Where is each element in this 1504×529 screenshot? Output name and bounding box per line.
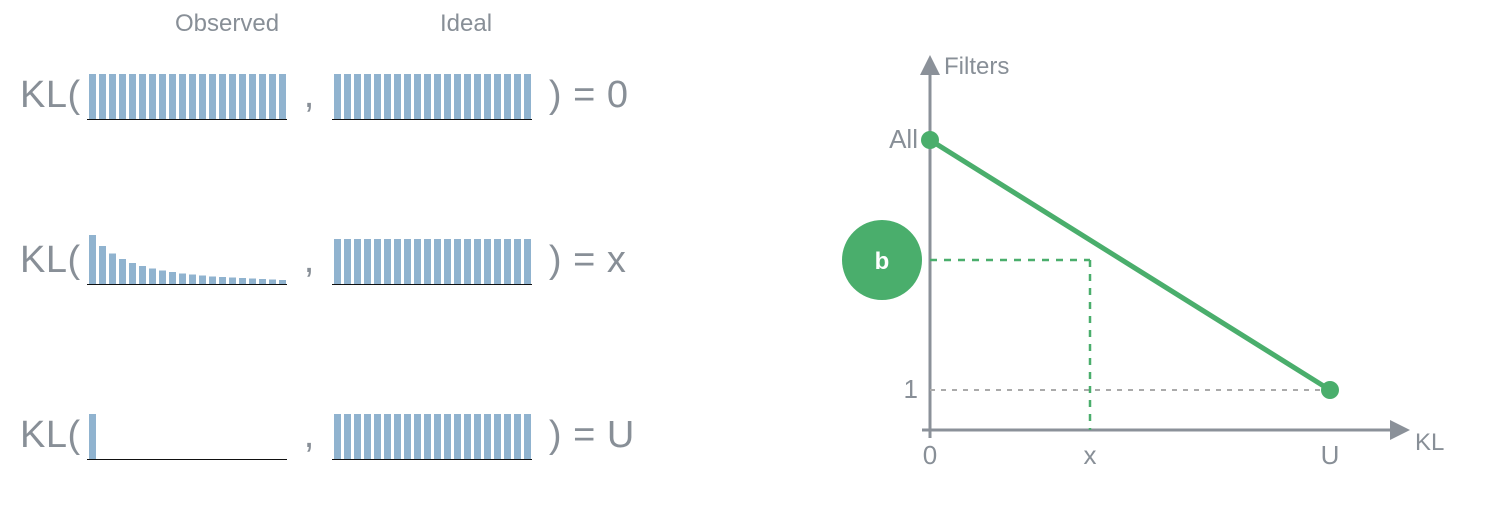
ideal-hist-uniform [332,70,532,120]
bar-chart-icon [332,70,532,120]
ideal-hist-uniform [332,410,532,460]
bar-chart-icon [87,235,287,285]
x-axis-title: KL [1415,429,1444,456]
observed-hist-decaying [87,235,287,285]
y-tick-all: All [889,124,918,154]
kl-prefix: KL( [20,414,81,457]
close-paren-eq: ) = [538,74,607,117]
badge-b-label: b [875,248,890,275]
bar-chart-icon [87,410,287,460]
filters-line [930,140,1330,390]
close-paren-eq: ) = [538,414,607,457]
kl-result-0: 0 [607,74,629,117]
filters-vs-kl-plot: Filters KL b All 1 0 x U [840,50,1460,490]
ideal-hist-uniform [332,235,532,285]
close-paren-eq: ) = [538,239,607,282]
ideal-column-label: Ideal [440,10,492,38]
point-all [921,131,939,149]
observed-hist-uniform [87,70,287,120]
kl-row-2: KL( , [20,390,760,480]
x-tick-0: 0 [923,440,937,470]
y-tick-1: 1 [904,374,918,404]
bar-chart-icon [332,410,532,460]
x-tick-x: x [1084,440,1097,470]
comma: , [293,74,326,117]
kl-result-U: U [607,414,635,457]
observed-column-label: Observed [175,10,279,38]
kl-equations-panel: Observed Ideal KL( , [20,0,760,529]
comma: , [293,239,326,282]
bar-chart-icon [332,235,532,285]
comma: , [293,414,326,457]
observed-hist-spike [87,410,287,460]
kl-prefix: KL( [20,74,81,117]
kl-row-1: KL( [20,215,760,305]
kl-prefix: KL( [20,239,81,282]
y-axis-title: Filters [944,53,1009,80]
kl-result-x: x [607,239,627,282]
point-one [1321,381,1339,399]
bar-chart-icon [87,70,287,120]
kl-row-0: KL( , [20,50,760,140]
x-tick-U: U [1321,440,1340,470]
